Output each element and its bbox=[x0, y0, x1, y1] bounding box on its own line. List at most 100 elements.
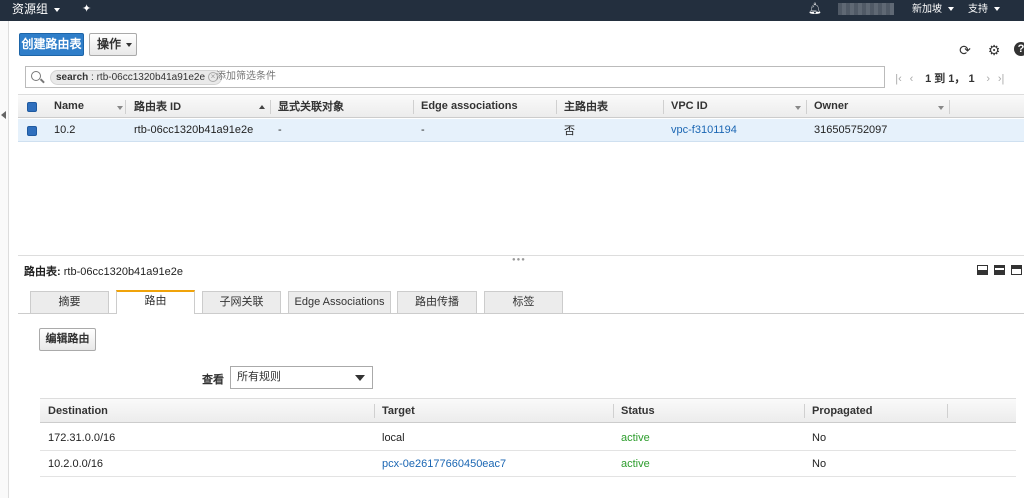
col-main[interactable]: 主路由表 bbox=[556, 95, 663, 117]
sort-icon[interactable] bbox=[938, 106, 944, 110]
cell-main: 否 bbox=[564, 125, 575, 137]
cell-edge-assoc: - bbox=[421, 124, 425, 136]
bell-icon[interactable]: 🔔︎ bbox=[808, 0, 822, 21]
cell-propagated: No bbox=[812, 457, 827, 470]
route-row[interactable]: 172.31.0.0/16 local active No bbox=[40, 425, 1016, 450]
col-separator bbox=[949, 100, 950, 114]
sidebar-collapsed[interactable] bbox=[0, 21, 9, 498]
route-row[interactable]: 10.2.0.0/16 pcx-0e26177660450eac7 active… bbox=[40, 451, 1016, 476]
first-page-icon[interactable]: |‹ bbox=[892, 73, 905, 85]
sort-icon[interactable] bbox=[117, 106, 123, 110]
pane-splitter[interactable] bbox=[18, 255, 1024, 256]
col-status[interactable]: Status bbox=[613, 399, 804, 422]
col-id-label: 路由表 ID bbox=[134, 101, 182, 113]
col-name[interactable]: Name bbox=[46, 95, 126, 117]
col-target[interactable]: Target bbox=[374, 399, 612, 422]
tab-summary[interactable]: 摘要 bbox=[30, 291, 109, 313]
actions-label: 操作 bbox=[97, 37, 122, 51]
cell-owner: 316505752097 bbox=[814, 124, 888, 136]
view-filter-value: 所有规则 bbox=[237, 371, 281, 383]
col-propagated[interactable]: Propagated bbox=[804, 399, 947, 422]
view-filter-select[interactable]: 所有规则 bbox=[230, 366, 373, 389]
detail-title-value: rtb-06cc1320b41a91e2e bbox=[63, 266, 183, 278]
chevron-down-icon bbox=[126, 42, 133, 47]
cell-target: local bbox=[382, 431, 405, 444]
select-all-checkbox[interactable] bbox=[27, 102, 37, 112]
layout-bottom-icon[interactable] bbox=[977, 265, 988, 275]
cell-status: active bbox=[621, 431, 650, 444]
cell-status: active bbox=[621, 457, 650, 470]
cell-route-table-id: rtb-06cc1320b41a91e2e bbox=[134, 124, 254, 136]
chevron-down-icon bbox=[948, 7, 954, 12]
search-icon bbox=[31, 71, 41, 81]
col-vpc-label: VPC ID bbox=[671, 100, 708, 112]
filter-token[interactable]: search : rtb-06cc1320b41a91e2e × bbox=[50, 70, 223, 85]
chevron-down-icon bbox=[54, 7, 61, 12]
pagination: |‹ ‹ 1 到 1， 1 › ›| bbox=[892, 70, 1008, 85]
col-edge-label: Edge associations bbox=[421, 100, 518, 112]
filter-token-key: search bbox=[56, 72, 89, 83]
col-edge-assoc[interactable]: Edge associations bbox=[413, 95, 556, 117]
last-page-icon[interactable]: ›| bbox=[995, 73, 1008, 85]
chevron-down-icon bbox=[994, 7, 1000, 12]
layout-split-icon[interactable] bbox=[994, 265, 1005, 275]
cell-destination: 10.2.0.0/16 bbox=[48, 457, 104, 470]
refresh-icon[interactable]: ⟳ bbox=[957, 42, 973, 58]
resource-groups-label: 资源组 bbox=[12, 2, 49, 16]
col-name-label: Name bbox=[54, 100, 84, 112]
support-label: 支持 bbox=[968, 4, 988, 15]
top-nav: 资源组 ✦ 🔔︎ 新加坡 支持 bbox=[0, 0, 1024, 21]
region-menu[interactable]: 新加坡 bbox=[912, 0, 954, 21]
cell-destination: 172.31.0.0/16 bbox=[48, 431, 116, 444]
chevron-down-icon bbox=[355, 375, 365, 381]
col-separator bbox=[947, 404, 948, 418]
tab-route-propagation[interactable]: 路由传播 bbox=[397, 291, 477, 313]
col-explicit-assoc[interactable]: 显式关联对象 bbox=[270, 95, 413, 117]
tab-edge-associations[interactable]: Edge Associations bbox=[288, 291, 391, 313]
help-icon[interactable]: ? bbox=[1014, 42, 1024, 56]
route-tables-header: Name 路由表 ID 显式关联对象 Edge associations 主路由… bbox=[18, 94, 1024, 118]
support-menu[interactable]: 支持 bbox=[968, 0, 1000, 21]
col-owner[interactable]: Owner bbox=[806, 95, 949, 117]
col-vpc-id[interactable]: VPC ID bbox=[663, 95, 806, 117]
target-link[interactable]: pcx-0e26177660450eac7 bbox=[374, 451, 612, 476]
drag-handle-icon[interactable]: ●●● bbox=[512, 257, 526, 263]
create-route-table-button[interactable]: 创建路由表 bbox=[19, 33, 84, 56]
edit-routes-button[interactable]: 编辑路由 bbox=[39, 328, 96, 351]
sort-icon[interactable] bbox=[795, 106, 801, 110]
col-destination[interactable]: Destination bbox=[40, 399, 368, 422]
tab-subnet-associations[interactable]: 子网关联 bbox=[202, 291, 281, 313]
cell-propagated: No bbox=[812, 431, 827, 444]
expand-sidebar-icon[interactable] bbox=[1, 111, 6, 119]
cell-name: 10.2 bbox=[54, 124, 76, 136]
account-name-redacted[interactable] bbox=[838, 3, 894, 15]
detail-title: 路由表: rtb-06cc1320b41a91e2e bbox=[24, 263, 183, 279]
search-filter-input[interactable]: search : rtb-06cc1320b41a91e2e × 添加筛选条件 bbox=[25, 66, 885, 88]
cell-explicit-assoc: - bbox=[278, 124, 282, 136]
view-label: 查看 bbox=[202, 374, 224, 386]
page-range: 1 到 1， 1 bbox=[925, 73, 975, 85]
actions-button[interactable]: 操作 bbox=[89, 33, 137, 56]
gear-icon[interactable]: ⚙ bbox=[986, 42, 1002, 58]
prev-page-icon[interactable]: ‹ bbox=[905, 73, 918, 85]
col-explicit-label: 显式关联对象 bbox=[278, 101, 344, 113]
vpc-id-link[interactable]: vpc-f3101194 bbox=[663, 119, 806, 141]
row-divider bbox=[40, 476, 1016, 477]
detail-title-label: 路由表: bbox=[24, 266, 61, 278]
search-placeholder: 添加筛选条件 bbox=[216, 71, 276, 82]
col-owner-label: Owner bbox=[814, 100, 849, 112]
resource-groups-menu[interactable]: 资源组 bbox=[12, 0, 61, 21]
filter-token-value: : rtb-06cc1320b41a91e2e bbox=[88, 72, 206, 83]
region-label: 新加坡 bbox=[912, 4, 942, 15]
table-row[interactable]: 10.2 rtb-06cc1320b41a91e2e - - 否 vpc-f31… bbox=[18, 119, 1024, 142]
tab-tags[interactable]: 标签 bbox=[484, 291, 563, 313]
sort-asc-icon[interactable] bbox=[259, 105, 265, 109]
layout-top-icon[interactable] bbox=[1011, 265, 1022, 275]
col-route-table-id[interactable]: 路由表 ID bbox=[126, 95, 270, 117]
tab-routes[interactable]: 路由 bbox=[116, 290, 195, 314]
col-main-label: 主路由表 bbox=[564, 101, 608, 113]
row-checkbox[interactable] bbox=[27, 126, 37, 136]
pin-icon[interactable]: ✦ bbox=[82, 0, 91, 21]
next-page-icon[interactable]: › bbox=[982, 73, 995, 85]
routes-header: Destination Target Status Propagated bbox=[40, 398, 1016, 423]
